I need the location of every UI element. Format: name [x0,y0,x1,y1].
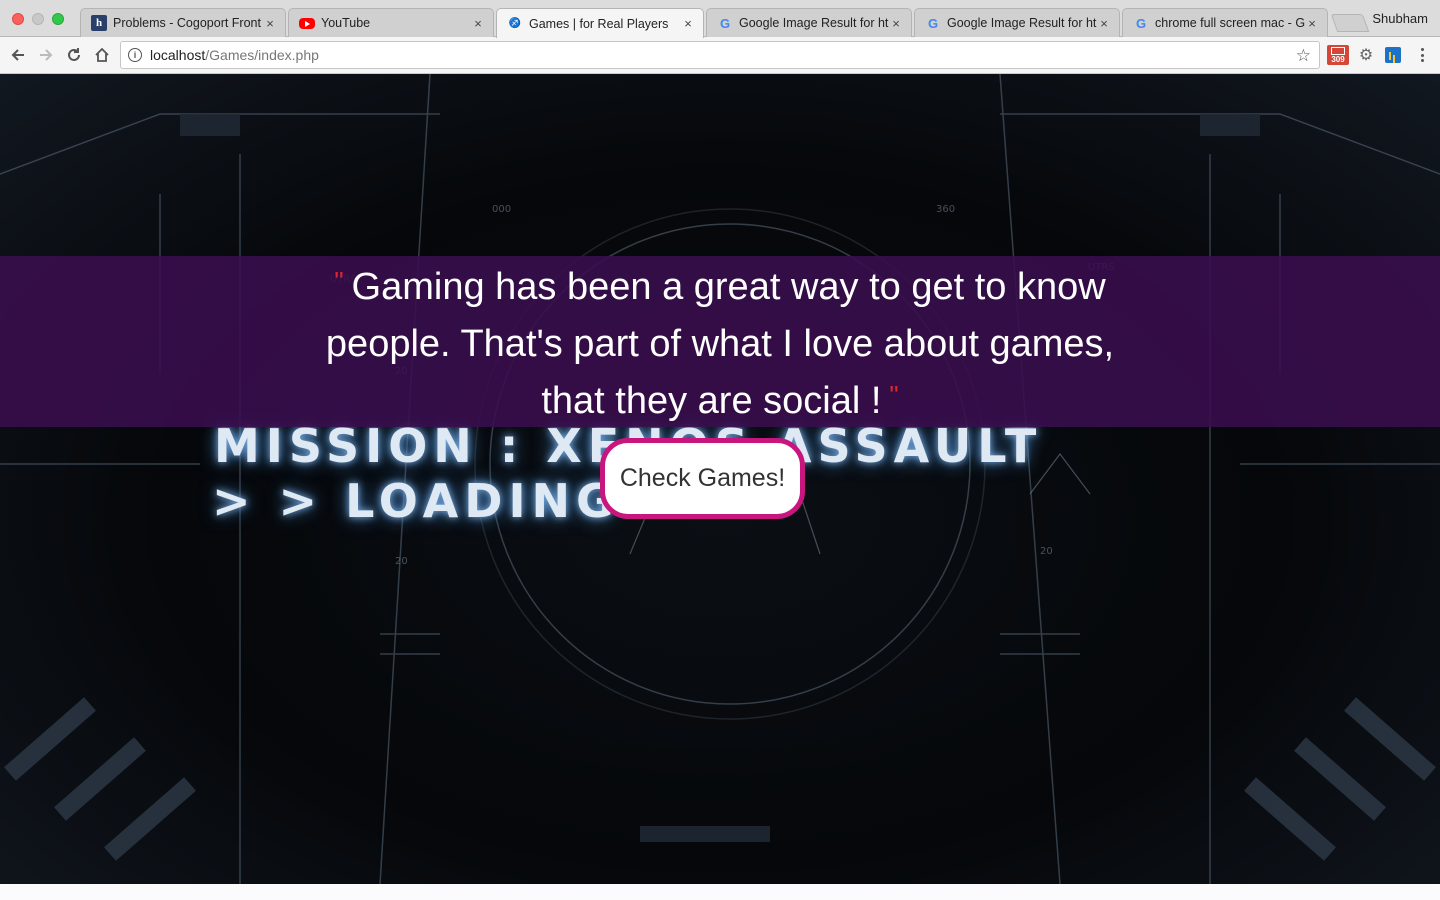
window-close-button[interactable] [12,13,24,25]
tab-close-icon[interactable]: × [1097,16,1111,31]
close-quote-mark: " [889,380,899,410]
hackerearth-h-icon: h [91,15,107,31]
arrow-left-icon [11,49,24,61]
tab-title: Google Image Result for ht [739,16,889,30]
home-button[interactable] [90,43,114,67]
tab-title: Google Image Result for ht [947,16,1097,30]
new-tab-button[interactable] [1330,14,1370,32]
tab-close-icon[interactable]: × [681,16,695,31]
forward-button[interactable] [34,43,58,67]
tab-problems-cogoport[interactable]: h Problems - Cogoport Front × [80,8,286,37]
tab-close-icon[interactable]: × [889,16,903,31]
tab-title: Problems - Cogoport Front [113,16,261,30]
page-viewport: 000 360 20 20 20 UTRS UTRS MISSION : XEN… [0,74,1440,900]
tab-close-icon[interactable]: × [263,16,277,31]
game-controller-icon: ♐ [508,18,522,29]
url-path: /Games/index.php [205,47,319,63]
profile-name[interactable]: Shubham [1372,11,1428,26]
svg-text:000: 000 [492,204,511,215]
reload-button[interactable] [62,43,86,67]
google-g-icon: G [1135,15,1147,31]
reload-icon [68,48,80,61]
url-host: localhost [150,47,206,63]
open-quote-mark: " [334,266,344,296]
window-fullscreen-button[interactable] [52,13,64,25]
tab-google-image-result-1[interactable]: G Google Image Result for ht × [706,8,912,37]
tab-youtube[interactable]: YouTube × [288,8,494,37]
tab-close-icon[interactable]: × [471,16,485,31]
hero-background: 000 360 20 20 20 UTRS UTRS MISSION : XEN… [0,74,1440,884]
gmail-extension-button[interactable]: 309 [1327,45,1349,65]
mission-loading-text: > > LOADING [212,474,620,528]
youtube-icon [299,18,315,29]
check-games-button[interactable]: Check Games! [600,438,805,519]
tab-close-icon[interactable]: × [1305,16,1319,31]
mail-unread-badge: 309 [1331,54,1345,64]
tab-chrome-full-screen[interactable]: G chrome full screen mac - G × [1122,8,1328,37]
quote-text: Gaming has been a great way to get to kn… [325,266,1115,422]
tab-title: YouTube [321,16,371,30]
info-icon[interactable]: i [128,48,142,62]
quote-block: " Gaming has been a great way to get to k… [300,259,1140,430]
browser-toolbar: i localhost/Games/index.php ☆ 309 ⚙ [0,37,1440,74]
mail-icon [1331,46,1345,55]
svg-text:20: 20 [1040,546,1053,557]
tab-title: Games | for Real Players [529,16,669,31]
tab-title: chrome full screen mac - G [1155,16,1305,30]
window-minimize-button[interactable] [32,13,44,25]
chrome-menu-button[interactable] [1414,45,1430,65]
film-reel-extension-icon[interactable]: ⚙ [1356,45,1376,65]
back-button[interactable] [6,43,30,67]
svg-text:360: 360 [936,204,955,215]
svg-text:20: 20 [395,556,408,567]
home-icon [95,47,109,62]
arrow-right-icon [40,49,53,61]
google-g-icon: G [927,15,939,31]
tab-google-image-result-2[interactable]: G Google Image Result for ht × [914,8,1120,37]
page-bottom-strip [0,884,1440,900]
address-bar[interactable]: i localhost/Games/index.php ☆ [120,41,1320,69]
google-g-icon: G [719,15,731,31]
bookmark-star-icon[interactable]: ☆ [1296,46,1311,66]
analytics-extension-icon[interactable] [1385,47,1401,63]
tab-strip: h Problems - Cogoport Front × YouTube × … [0,0,1440,38]
tab-games-active[interactable]: ♐ Games | for Real Players × [496,8,704,38]
